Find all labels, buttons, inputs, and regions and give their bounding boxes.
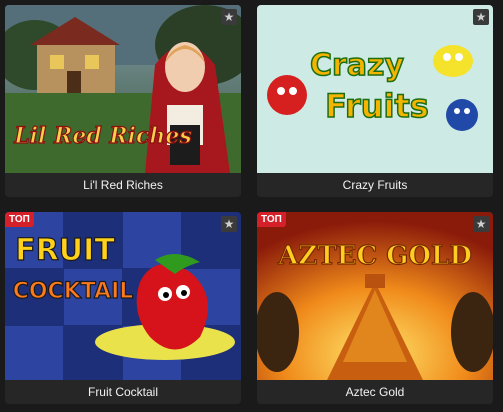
star-icon[interactable]: ★ [221, 216, 237, 232]
game-title: Li'l Red Riches [5, 173, 241, 197]
game-logo-text: Lil Red Riches [13, 123, 192, 149]
star-icon[interactable]: ★ [473, 216, 489, 232]
game-logo-text: AZTEC GOLD [277, 241, 472, 271]
top-badge: ТОП [5, 212, 34, 227]
game-logo-line1: Crazy [310, 48, 405, 83]
top-badge: ТОП [257, 212, 286, 227]
aztec-gold-artwork: AZTEC GOLD [257, 212, 493, 380]
game-thumbnail[interactable]: FRUIT COCKTAIL [5, 212, 241, 380]
game-title: Aztec Gold [257, 380, 493, 404]
game-logo-line2: COCKTAIL [13, 279, 134, 304]
game-logo-line2: Fruits [325, 87, 429, 125]
game-logo-line1: FRUIT [15, 233, 115, 268]
game-card-fruit-cocktail[interactable]: FRUIT COCKTAIL ТОП ★ Fruit Cocktail [5, 212, 241, 404]
game-title: Fruit Cocktail [5, 380, 241, 404]
game-thumbnail[interactable]: AZTEC GOLD [257, 212, 493, 380]
game-thumbnail[interactable]: Crazy Fruits [257, 5, 493, 173]
lil-red-riches-artwork: Lil Red Riches [5, 5, 241, 173]
star-icon[interactable]: ★ [473, 9, 489, 25]
games-grid: Lil Red Riches ★ Li'l Red Riches Crazy F… [0, 0, 503, 412]
game-card-lil-red-riches[interactable]: Lil Red Riches ★ Li'l Red Riches [5, 5, 241, 197]
crazy-fruits-artwork: Crazy Fruits [257, 5, 493, 173]
star-icon[interactable]: ★ [221, 9, 237, 25]
game-card-crazy-fruits[interactable]: Crazy Fruits ★ Crazy Fruits [257, 5, 493, 197]
game-card-aztec-gold[interactable]: AZTEC GOLD ТОП ★ Aztec Gold [257, 212, 493, 404]
fruit-cocktail-artwork: FRUIT COCKTAIL [5, 212, 241, 380]
game-thumbnail[interactable]: Lil Red Riches [5, 5, 241, 173]
game-title: Crazy Fruits [257, 173, 493, 197]
